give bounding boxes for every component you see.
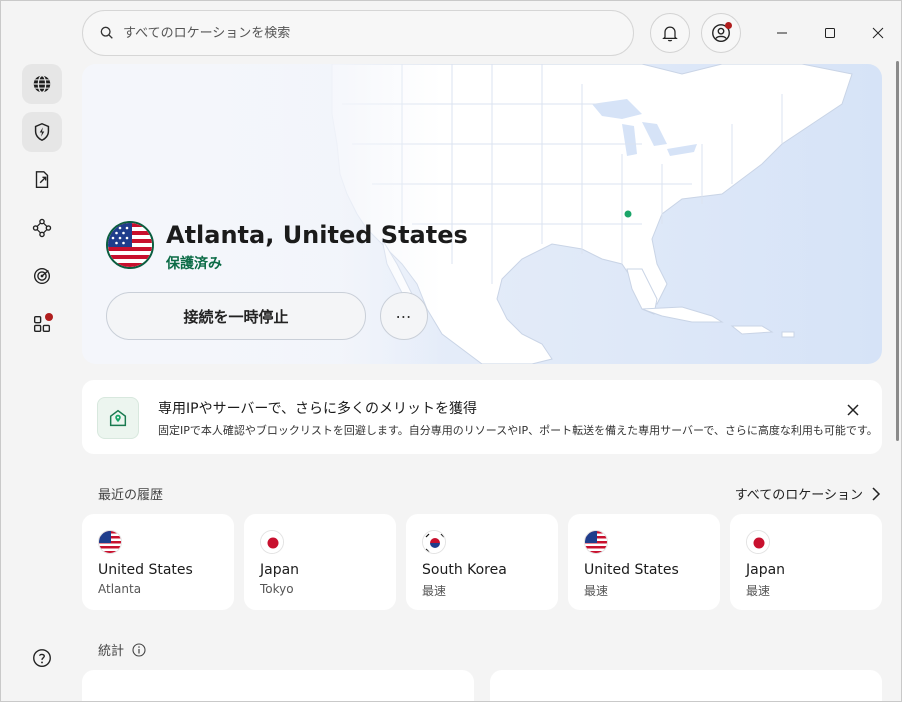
more-icon: ⋯: [395, 306, 413, 326]
help-button[interactable]: [22, 638, 62, 678]
recent-city: 最速: [584, 584, 609, 598]
recent-location-card[interactable]: South Korea 最速: [406, 514, 558, 610]
pause-connection-button[interactable]: 接続を一時停止: [106, 292, 366, 340]
search-bar[interactable]: [82, 10, 634, 56]
sidebar-item-file-share[interactable]: [22, 160, 62, 200]
search-input[interactable]: [123, 25, 633, 41]
profile-button[interactable]: [701, 13, 741, 53]
recent-location-card[interactable]: Japan Tokyo: [244, 514, 396, 610]
radar-icon: [33, 267, 51, 285]
recent-city: Tokyo: [260, 582, 294, 596]
jp-flag-icon: [746, 530, 770, 554]
recent-city: 最速: [746, 584, 771, 598]
sidebar-item-apps[interactable]: [22, 304, 62, 344]
connected-location: Atlanta, United States: [166, 221, 468, 249]
stats-card[interactable]: [82, 670, 474, 701]
jp-flag-icon: [260, 530, 284, 554]
close-icon: [847, 404, 859, 416]
minimize-icon: [777, 32, 787, 34]
recent-country: United States: [584, 562, 679, 578]
search-icon: [100, 26, 113, 39]
close-window-button[interactable]: [866, 21, 890, 45]
recent-history-title: 最近の履歴: [98, 488, 164, 503]
us-flag-icon: [584, 530, 608, 554]
file-share-icon: [35, 171, 49, 189]
promo-title: 専用IPやサーバーで、さらに多くのメリットを獲得: [158, 401, 478, 417]
stats-header: 統計: [98, 640, 146, 659]
notifications-button[interactable]: [650, 13, 690, 53]
maximize-icon: [825, 28, 835, 38]
promo-description: 固定IPで本人確認やブロックリストを回避します。自分専用のリソースやIP、ポート…: [158, 424, 878, 437]
dedicated-ip-promo[interactable]: 専用IPやサーバーで、さらに多くのメリットを獲得 固定IPで本人確認やブロックリ…: [82, 380, 882, 454]
connection-hero: Atlanta, United States 保護済み 接続を一時停止 ⋯: [82, 64, 882, 364]
profile-badge: [725, 22, 732, 29]
connection-status: 保護済み: [166, 256, 222, 272]
close-icon: [872, 27, 884, 39]
stats-card[interactable]: [490, 670, 882, 701]
all-locations-link[interactable]: すべてのロケーション: [735, 484, 881, 503]
globe-icon: [33, 75, 51, 93]
dedicated-ip-icon: [97, 397, 139, 439]
shield-bolt-icon: [34, 122, 50, 142]
recent-country: South Korea: [422, 562, 507, 578]
sidebar-item-dark-web-monitor[interactable]: [22, 256, 62, 296]
bell-icon: [662, 26, 678, 42]
minimize-button[interactable]: [770, 21, 794, 45]
promo-close-button[interactable]: [844, 401, 862, 419]
recent-location-card[interactable]: United States 最速: [568, 514, 720, 610]
all-locations-label: すべてのロケーション: [734, 488, 863, 503]
sidebar-item-meshnet[interactable]: [22, 208, 62, 248]
recent-country: Japan: [260, 562, 300, 578]
notification-badge: [45, 313, 53, 321]
us-flag-icon: [106, 221, 154, 269]
recent-location-card[interactable]: Japan 最速: [730, 514, 882, 610]
recent-country: Japan: [746, 562, 786, 578]
sidebar: [1, 1, 83, 701]
more-options-button[interactable]: ⋯: [380, 292, 428, 340]
location-marker: [624, 210, 632, 218]
stats-title: 統計: [98, 644, 125, 659]
us-flag-icon: [98, 530, 122, 554]
meshnet-icon: [32, 218, 52, 238]
maximize-button[interactable]: [818, 21, 842, 45]
recent-city: 最速: [422, 584, 447, 598]
info-icon[interactable]: [132, 642, 146, 657]
sidebar-item-threat-protection[interactable]: [22, 112, 62, 152]
sidebar-item-countries[interactable]: [22, 64, 62, 104]
scrollbar[interactable]: [896, 61, 899, 441]
recent-country: United States: [98, 562, 193, 578]
kr-flag-icon: [422, 530, 446, 554]
app-window: Atlanta, United States 保護済み 接続を一時停止 ⋯ 専用…: [0, 0, 902, 702]
recent-location-card[interactable]: United States Atlanta: [82, 514, 234, 610]
recent-city: Atlanta: [98, 582, 142, 596]
chevron-right-icon: [872, 486, 881, 501]
help-icon: [33, 649, 51, 667]
